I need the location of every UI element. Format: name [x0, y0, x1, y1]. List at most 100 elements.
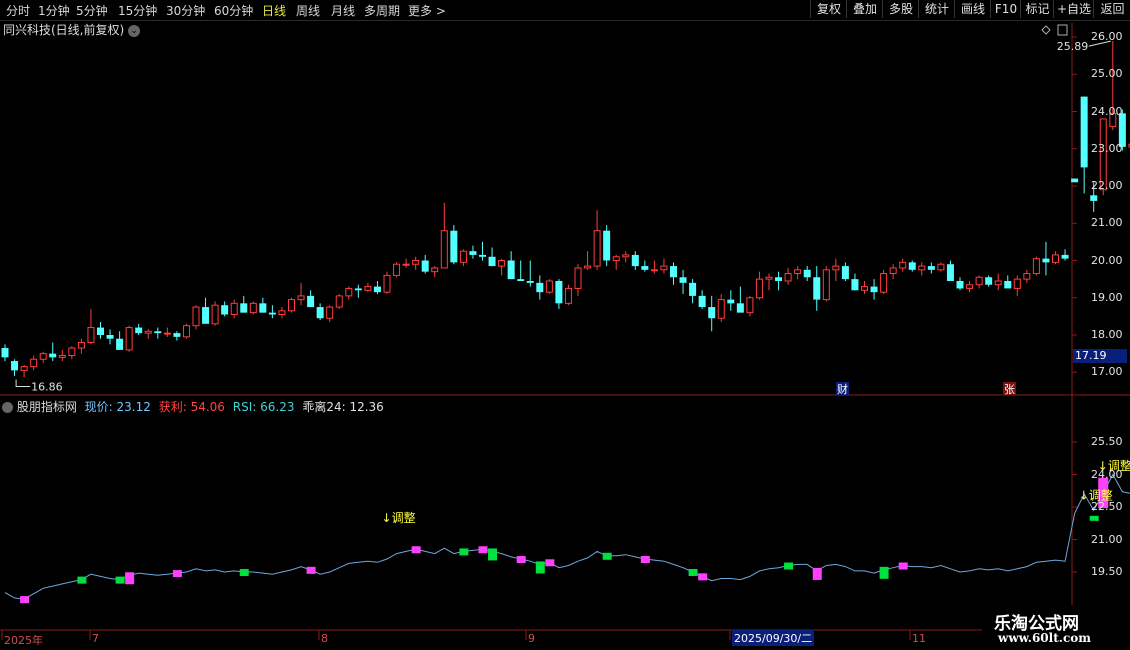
candle-body [698, 295, 706, 308]
candle-body [58, 354, 66, 358]
candle [116, 331, 124, 350]
candle-body [97, 327, 104, 335]
candle [708, 295, 716, 332]
candle [144, 329, 152, 339]
candle [1, 344, 9, 362]
signal-block [640, 556, 650, 564]
candle [268, 305, 276, 319]
candle [966, 280, 974, 293]
candle-body [822, 269, 830, 301]
candle-body [450, 230, 458, 263]
candle [622, 251, 630, 263]
price-value: 现价: 23.12 [84, 400, 151, 414]
candle [393, 262, 401, 278]
collapse-icon[interactable] [2, 402, 13, 413]
x-tick-label: 9 [528, 632, 535, 645]
candle [794, 266, 802, 280]
candle-body [622, 254, 630, 258]
candle [918, 262, 926, 276]
candle [861, 280, 868, 295]
candle [106, 329, 114, 345]
y-tick-label: 25.50 [1091, 435, 1123, 448]
y-tick-label: 25.00 [1091, 67, 1123, 81]
x-tick-label: 11 [912, 632, 926, 645]
candle [545, 279, 553, 295]
candle [746, 295, 754, 317]
high-label: 25.89 [1057, 40, 1089, 53]
candle-body [316, 307, 324, 319]
bias-value: 乖离24: 12.36 [302, 400, 384, 414]
candle-body [708, 307, 716, 319]
candle-body [784, 273, 792, 282]
candle [30, 355, 38, 371]
candle-body [536, 282, 544, 293]
profit-value: 获利: 54.06 [158, 400, 225, 414]
candle [173, 331, 181, 341]
window-icon [1057, 24, 1068, 36]
candle-body [555, 280, 563, 304]
candle [927, 262, 935, 274]
candle [1052, 251, 1059, 265]
signal-blocks [20, 477, 1109, 604]
candle [1061, 249, 1069, 261]
candle-body [861, 286, 868, 291]
signal-block [602, 552, 612, 560]
candle-body [469, 251, 477, 255]
candle [851, 273, 859, 291]
candle-body [1013, 278, 1021, 289]
candle-body [345, 287, 353, 297]
candle [736, 286, 744, 313]
y-tick-label: 19.00 [1091, 290, 1123, 304]
candle-body [794, 269, 802, 275]
candle-body [937, 263, 945, 271]
candle-body [230, 302, 238, 316]
candle [135, 323, 143, 335]
candle-body [240, 303, 248, 313]
signal-block [411, 546, 421, 554]
candle [182, 323, 190, 339]
candle [498, 258, 506, 276]
candle [899, 258, 907, 272]
candle [956, 277, 964, 291]
candle-body [1080, 96, 1088, 168]
candle [679, 269, 687, 295]
candle [822, 266, 830, 302]
y-tick-label: 18.00 [1091, 328, 1123, 341]
candle-body [717, 299, 725, 319]
y-tick-label: 24.00 [1091, 467, 1123, 481]
finance-marker: 财 [836, 382, 849, 396]
candle [20, 364, 28, 378]
candle-body [498, 260, 506, 267]
candle-body [803, 269, 811, 278]
candle [650, 260, 658, 274]
y-tick-label: 17.00 [1091, 365, 1123, 379]
signal-block [545, 559, 555, 567]
candle-body [841, 266, 849, 280]
candle-body [927, 266, 935, 270]
candle-body [994, 280, 1002, 286]
watermark: 乐淘公式网 www.60lt.com [982, 605, 1130, 650]
candle-body [966, 284, 974, 289]
candle [641, 260, 649, 272]
y-tick-label: 21.00 [1091, 216, 1123, 230]
candle-body [918, 265, 926, 271]
indicator-name[interactable]: 股朋指标网 [17, 400, 77, 414]
candle [937, 262, 945, 272]
candle-body [670, 266, 677, 278]
candle [841, 262, 849, 281]
candle-body [182, 325, 190, 338]
y-tick-label: 24.00 [1091, 104, 1123, 118]
candle-body [851, 279, 859, 291]
signal-block [115, 576, 125, 584]
candle [297, 282, 305, 306]
candle-body [488, 256, 496, 267]
candle-body [946, 264, 954, 281]
candle-body [163, 332, 171, 335]
candle [163, 327, 171, 337]
indicator-header: 股朋指标网 现价: 23.12 获利: 54.06 RSI: 66.23 乖离2… [2, 398, 384, 415]
candle-body [383, 274, 391, 293]
candlestick-chart[interactable]: 25.8916.86 财张↓调整↓调整↓调整 [0, 0, 1130, 650]
y-tick-label: 23.00 [1091, 141, 1123, 155]
indicator-line [4, 473, 1130, 600]
candle [1004, 275, 1012, 289]
